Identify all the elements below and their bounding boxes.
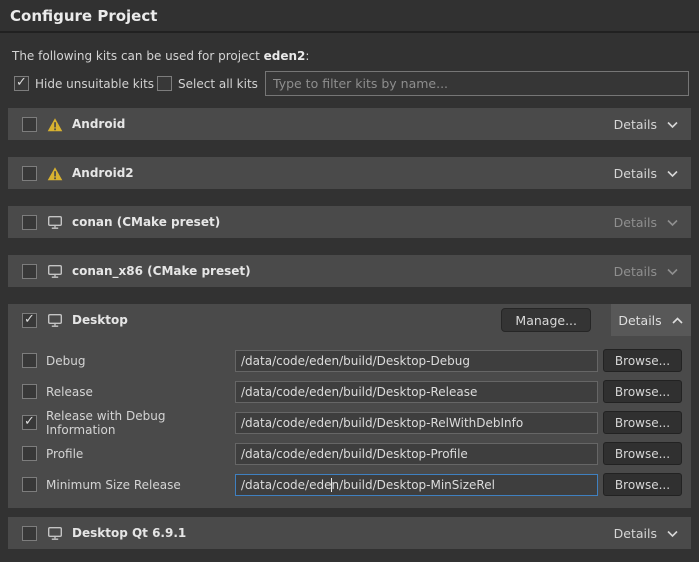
manage-button[interactable]: Manage...: [501, 308, 591, 332]
kit-name: Desktop: [72, 313, 128, 327]
chevron-up-icon: [671, 313, 684, 328]
text-caret: [331, 478, 332, 492]
page-title: Configure Project: [10, 7, 157, 25]
details-button[interactable]: Details: [614, 166, 679, 181]
chevron-down-icon: [666, 267, 679, 276]
config-checkbox[interactable]: [22, 415, 37, 430]
build-config-row-release: Release Browse...: [8, 376, 691, 407]
build-config-row-debug: Debug Browse...: [8, 345, 691, 376]
config-checkbox[interactable]: [22, 353, 37, 368]
intro-prefix: The following kits can be used for proje…: [12, 49, 264, 63]
config-label: Debug: [46, 354, 85, 368]
build-dir-input[interactable]: [235, 412, 598, 434]
checkbox-icon[interactable]: [157, 76, 172, 91]
warning-icon: [47, 166, 63, 181]
desktop-icon: [47, 215, 63, 230]
browse-button[interactable]: Browse...: [603, 473, 682, 496]
kit-checkbox[interactable]: [22, 215, 37, 230]
kit-filter-input[interactable]: [265, 71, 689, 96]
build-config-list: Debug Browse... Release Browse... Releas…: [8, 336, 691, 500]
select-all-kits-checkbox[interactable]: Select all kits: [157, 76, 258, 91]
kit-row-conan-x86[interactable]: conan_x86 (CMake preset) Details: [8, 255, 691, 287]
kit-checkbox[interactable]: [22, 117, 37, 132]
config-checkbox[interactable]: [22, 384, 37, 399]
kit-checkbox[interactable]: [22, 166, 37, 181]
build-config-row-profile: Profile Browse...: [8, 438, 691, 469]
config-checkbox[interactable]: [22, 446, 37, 461]
chevron-down-icon: [666, 529, 679, 538]
hide-unsuitable-kits-checkbox[interactable]: Hide unsuitable kits: [14, 76, 154, 91]
details-label: Details: [614, 526, 657, 541]
details-button[interactable]: Details: [614, 526, 679, 541]
kit-name: conan_x86 (CMake preset): [72, 264, 251, 278]
project-name: eden2: [264, 49, 306, 63]
build-dir-input-focused[interactable]: [235, 474, 598, 496]
kit-section-desktop: Desktop Manage... Details Debug Browse..…: [8, 304, 691, 508]
chevron-down-icon: [666, 218, 679, 227]
details-button[interactable]: Details: [614, 264, 679, 279]
config-label: Release with Debug Information: [46, 409, 235, 437]
kit-row-conan[interactable]: conan (CMake preset) Details: [8, 206, 691, 238]
kit-name: Desktop Qt 6.9.1: [72, 526, 186, 540]
build-dir-input[interactable]: [235, 443, 598, 465]
kit-checkbox[interactable]: [22, 313, 37, 328]
details-label: Details: [618, 313, 661, 328]
config-label: Release: [46, 385, 93, 399]
desktop-icon: [47, 264, 63, 279]
desktop-icon: [47, 313, 63, 328]
desktop-icon: [47, 526, 63, 541]
config-label: Minimum Size Release: [46, 478, 181, 492]
chevron-down-icon: [666, 169, 679, 178]
kit-name: Android2: [72, 166, 134, 180]
config-checkbox[interactable]: [22, 477, 37, 492]
build-config-row-minsizerel: Minimum Size Release Browse...: [8, 469, 691, 500]
build-dir-input[interactable]: [235, 381, 598, 403]
browse-button[interactable]: Browse...: [603, 442, 682, 465]
kit-row-android[interactable]: Android Details: [8, 108, 691, 140]
chevron-down-icon: [666, 120, 679, 129]
hide-unsuitable-kits-label: Hide unsuitable kits: [35, 77, 154, 91]
kit-checkbox[interactable]: [22, 526, 37, 541]
select-all-kits-label: Select all kits: [178, 77, 258, 91]
intro-text: The following kits can be used for proje…: [12, 49, 309, 63]
build-config-row-relwithdebinfo: Release with Debug Information Browse...: [8, 407, 691, 438]
details-label: Details: [614, 264, 657, 279]
details-button[interactable]: Details: [614, 215, 679, 230]
build-dir-input[interactable]: [235, 350, 598, 372]
details-label: Details: [614, 117, 657, 132]
kit-row-desktop-qt[interactable]: Desktop Qt 6.9.1 Details: [8, 517, 691, 549]
checkbox-icon[interactable]: [14, 76, 29, 91]
kit-row-desktop[interactable]: Desktop Manage... Details: [8, 304, 691, 336]
details-button[interactable]: Details: [614, 117, 679, 132]
intro-suffix: :: [305, 49, 309, 63]
warning-icon: [47, 117, 63, 132]
details-label: Details: [614, 166, 657, 181]
browse-button[interactable]: Browse...: [603, 411, 682, 434]
dialog-header: Configure Project: [0, 0, 699, 33]
kit-row-android2[interactable]: Android2 Details: [8, 157, 691, 189]
kit-name: conan (CMake preset): [72, 215, 220, 229]
config-label: Profile: [46, 447, 83, 461]
browse-button[interactable]: Browse...: [603, 380, 682, 403]
browse-button[interactable]: Browse...: [603, 349, 682, 372]
details-button-expanded[interactable]: Details: [611, 304, 691, 336]
details-label: Details: [614, 215, 657, 230]
kit-name: Android: [72, 117, 125, 131]
kit-checkbox[interactable]: [22, 264, 37, 279]
